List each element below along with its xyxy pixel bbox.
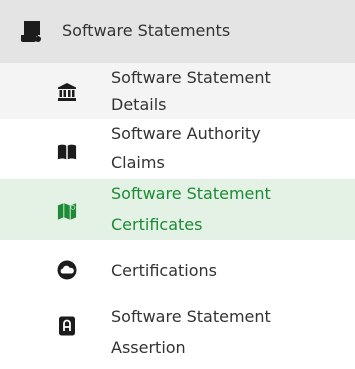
menu-item-label-line2: Claims	[111, 153, 165, 172]
menu-item-software-statement-details[interactable]: Software Statement Details	[0, 63, 355, 119]
menu-item-software-statement-certificates[interactable]: Software Statement Certificates	[0, 179, 355, 240]
menu-item-label-line2: Assertion	[111, 338, 186, 357]
sidebar-menu: Software Statements Software Statement D…	[0, 0, 355, 369]
menu-item-label-line2: Certificates	[111, 215, 203, 234]
menu-item-software-statement-assertion[interactable]: Software Statement Assertion	[0, 300, 355, 369]
letter-a-icon	[57, 316, 77, 336]
map-icon	[57, 201, 77, 221]
scroll-icon	[20, 19, 42, 43]
menu-item-label-line1: Software Statement	[111, 307, 271, 326]
cloud-icon	[57, 260, 77, 280]
book-icon	[57, 142, 77, 162]
menu-header-software-statements[interactable]: Software Statements	[0, 0, 355, 63]
menu-item-label-line1: Software Statement	[111, 184, 271, 203]
menu-item-certifications[interactable]: Certifications	[0, 240, 355, 300]
menu-header-label: Software Statements	[62, 21, 231, 40]
menu-item-label: Certifications	[111, 261, 217, 280]
menu-item-software-authority-claims[interactable]: Software Authority Claims	[0, 119, 355, 179]
menu-item-label-line1: Software Statement	[111, 68, 271, 87]
bank-icon	[57, 82, 77, 102]
menu-item-label-line2: Details	[111, 95, 167, 114]
menu-item-label-line1: Software Authority	[111, 124, 261, 143]
